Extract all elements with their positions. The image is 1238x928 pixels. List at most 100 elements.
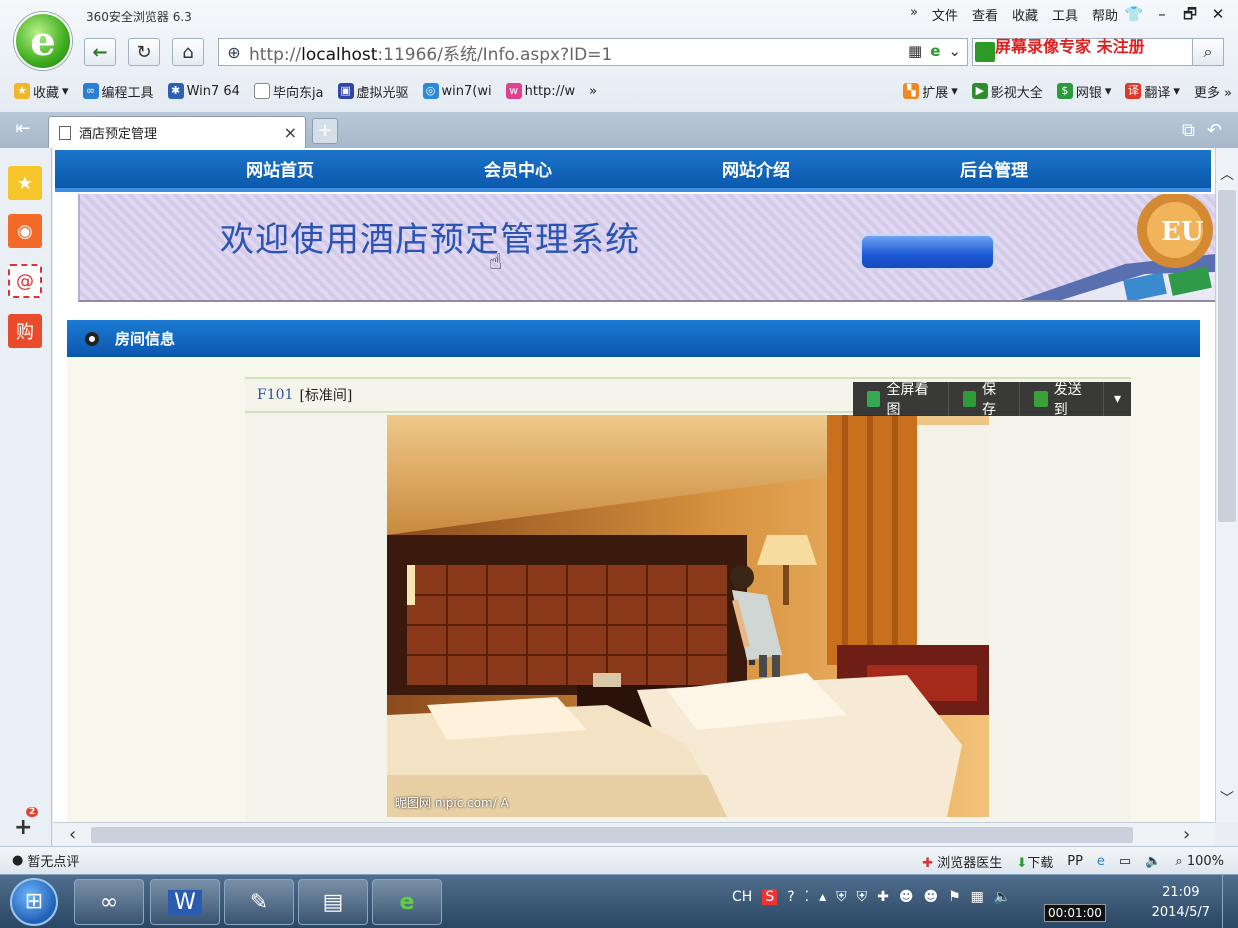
send-to-button[interactable]: 发送到 xyxy=(1020,382,1104,418)
comment-icon: ● xyxy=(12,853,24,868)
undo-close-icon[interactable]: ↶ xyxy=(1207,120,1222,141)
globe-icon: ◎ xyxy=(422,83,439,99)
scroll-right-icon[interactable]: › xyxy=(1183,824,1190,845)
address-bar[interactable]: ⊕ http://localhost:11966/系统/Info.aspx?ID… xyxy=(218,38,968,66)
input-language[interactable]: CH xyxy=(732,889,752,905)
bookmarks-overflow[interactable]: » xyxy=(589,84,597,99)
nav-about[interactable]: 网站介绍 xyxy=(637,150,875,188)
sidebar-toggle-icon[interactable]: ⇤ xyxy=(6,118,40,142)
bookmark-virtual-drive[interactable]: ▣ 虚拟光驱 xyxy=(337,82,409,101)
task-notepad[interactable]: ▤ xyxy=(298,879,368,925)
home-icon: ⌂ xyxy=(182,41,194,63)
help-icon[interactable]: ? xyxy=(787,889,794,905)
rating-status[interactable]: ● 暂无点评 xyxy=(12,851,79,870)
bookmark-http[interactable]: w http://w xyxy=(505,83,575,99)
start-button[interactable]: ⊞ xyxy=(10,878,58,926)
tray-expand-icon[interactable]: ▴ xyxy=(819,889,826,905)
ie-icon[interactable]: e xyxy=(1097,854,1105,869)
task-visual-studio[interactable]: ∞ xyxy=(74,879,144,925)
hand-cursor-icon: ☝ xyxy=(489,250,503,275)
translate-icon: 译 xyxy=(1125,83,1142,99)
restore-tab-icon[interactable]: ⧉ xyxy=(1182,120,1195,141)
vertical-scroll-thumb[interactable] xyxy=(1218,190,1236,522)
minimize-button[interactable]: – xyxy=(1148,2,1176,26)
search-button[interactable]: ⌕ xyxy=(1192,38,1224,66)
weibo-icon[interactable]: ◉ xyxy=(8,214,42,248)
add-sidebar-app-button[interactable]: +2 xyxy=(14,807,39,840)
zoom-button[interactable]: ⌕ 100% xyxy=(1175,854,1224,869)
address-url[interactable]: http://localhost:11966/系统/Info.aspx?ID=1 xyxy=(249,40,612,65)
restore-button[interactable]: 🗗 xyxy=(1176,2,1204,26)
bookmark-win7wi[interactable]: ◎ win7(wi xyxy=(422,83,492,99)
bank-button[interactable]: $ 网银 ▾ xyxy=(1056,82,1111,101)
network-icon[interactable]: ▦ xyxy=(971,889,984,905)
flag-icon[interactable]: ⚑ xyxy=(948,889,961,905)
scroll-down-icon[interactable]: ﹀ xyxy=(1220,788,1234,808)
scroll-up-icon[interactable]: ︿ xyxy=(1220,164,1234,184)
room-photo[interactable]: 昵图网 nipic.com/ A xyxy=(387,415,989,817)
search-input[interactable]: 屏幕录像专家 未注册 xyxy=(972,37,1194,66)
nav-home[interactable]: 网站首页 xyxy=(161,150,399,188)
nav-admin[interactable]: 后台管理 xyxy=(875,150,1113,188)
paw-icon: ✱ xyxy=(167,83,184,99)
task-360-browser[interactable]: e xyxy=(372,879,442,925)
menu-help[interactable]: 帮助 xyxy=(1092,5,1118,24)
recording-timer: 00:01:00 xyxy=(1044,904,1106,922)
ime-icon[interactable]: ⁚ xyxy=(805,889,809,905)
nav-member-center[interactable]: 会员中心 xyxy=(399,150,637,188)
clock[interactable]: 21:09 2014/5/7 xyxy=(1152,883,1210,923)
extensions-button[interactable]: ▚ 扩展 ▾ xyxy=(903,82,958,101)
favorites-star-icon[interactable]: ★ xyxy=(8,166,42,200)
chevron-down-icon[interactable]: ⌄ xyxy=(948,42,961,60)
task-paint[interactable]: ✎ xyxy=(224,879,294,925)
menu-view[interactable]: 查看 xyxy=(972,5,998,24)
speaker-icon[interactable]: 🔈 xyxy=(1145,854,1161,869)
download-button[interactable]: ⬇下载 xyxy=(1016,852,1053,871)
plus-tray-icon[interactable]: ✚ xyxy=(877,889,889,905)
shield-tray-icon[interactable]: ⛨ xyxy=(836,889,847,905)
room-photo-image xyxy=(387,415,989,817)
ie-mode-icon[interactable]: e xyxy=(930,42,940,60)
skin-icon[interactable]: 👕 xyxy=(1120,2,1148,26)
menu-favorites[interactable]: 收藏 xyxy=(1012,5,1038,24)
shopping-icon[interactable]: 购 xyxy=(8,314,42,348)
more-button[interactable]: 更多 » xyxy=(1194,82,1232,101)
scroll-left-icon[interactable]: ‹ xyxy=(69,824,76,845)
fullscreen-view-button[interactable]: 全屏看图 xyxy=(853,382,949,418)
bookmark-bixiangdong[interactable]: 毕向东ja xyxy=(253,82,324,101)
qq2-icon[interactable]: ☻ xyxy=(923,889,938,905)
new-tab-button[interactable]: + xyxy=(312,118,338,144)
window-icon[interactable]: ▭ xyxy=(1119,854,1131,869)
close-window-button[interactable]: ✕ xyxy=(1204,2,1232,26)
task-word[interactable]: W xyxy=(150,879,220,925)
home-button[interactable]: ⌂ xyxy=(172,38,204,66)
horizontal-scrollbar[interactable]: ‹ › xyxy=(53,822,1215,846)
sogou-icon[interactable]: S xyxy=(762,889,778,905)
tab-hotel[interactable]: 酒店预定管理 × xyxy=(48,116,306,148)
bookmark-win7[interactable]: ✱ Win7 64 xyxy=(167,83,240,99)
bookmark-favorites[interactable]: ★ 收藏 ▾ xyxy=(14,82,69,101)
bookmark-programming[interactable]: ∞ 编程工具 xyxy=(82,82,154,101)
guard-icon[interactable]: ⛨ xyxy=(857,889,868,905)
menu-bar: » 文件 查看 收藏 工具 帮助 xyxy=(910,5,1118,24)
video-button[interactable]: ▶ 影视大全 xyxy=(971,82,1043,101)
close-tab-icon[interactable]: × xyxy=(284,123,297,142)
vertical-scrollbar[interactable]: ︿ ﹀ xyxy=(1215,148,1238,822)
search-engine-icon[interactable] xyxy=(975,42,995,62)
menu-tools[interactable]: 工具 xyxy=(1052,5,1078,24)
pp-icon[interactable]: PP xyxy=(1067,854,1083,869)
show-desktop-button[interactable] xyxy=(1222,875,1238,928)
save-image-button[interactable]: 保存 xyxy=(949,382,1021,418)
volume-icon[interactable]: 🔈 xyxy=(994,889,1011,905)
menu-more[interactable]: » xyxy=(910,5,918,24)
menu-file[interactable]: 文件 xyxy=(932,5,958,24)
send-to-dropdown[interactable]: ▾ xyxy=(1104,382,1131,416)
browser-doctor-button[interactable]: ✚ 浏览器医生 xyxy=(922,852,1002,871)
horizontal-scroll-thumb[interactable] xyxy=(91,827,1133,843)
qr-code-icon[interactable]: ▦ xyxy=(908,42,922,60)
refresh-button[interactable]: ↻ xyxy=(128,38,160,66)
mail-icon[interactable]: @ xyxy=(8,264,42,298)
back-button[interactable]: ← xyxy=(84,38,116,66)
qq-icon[interactable]: ☻ xyxy=(899,889,914,905)
translate-button[interactable]: 译翻译 ▾ xyxy=(1125,82,1180,101)
